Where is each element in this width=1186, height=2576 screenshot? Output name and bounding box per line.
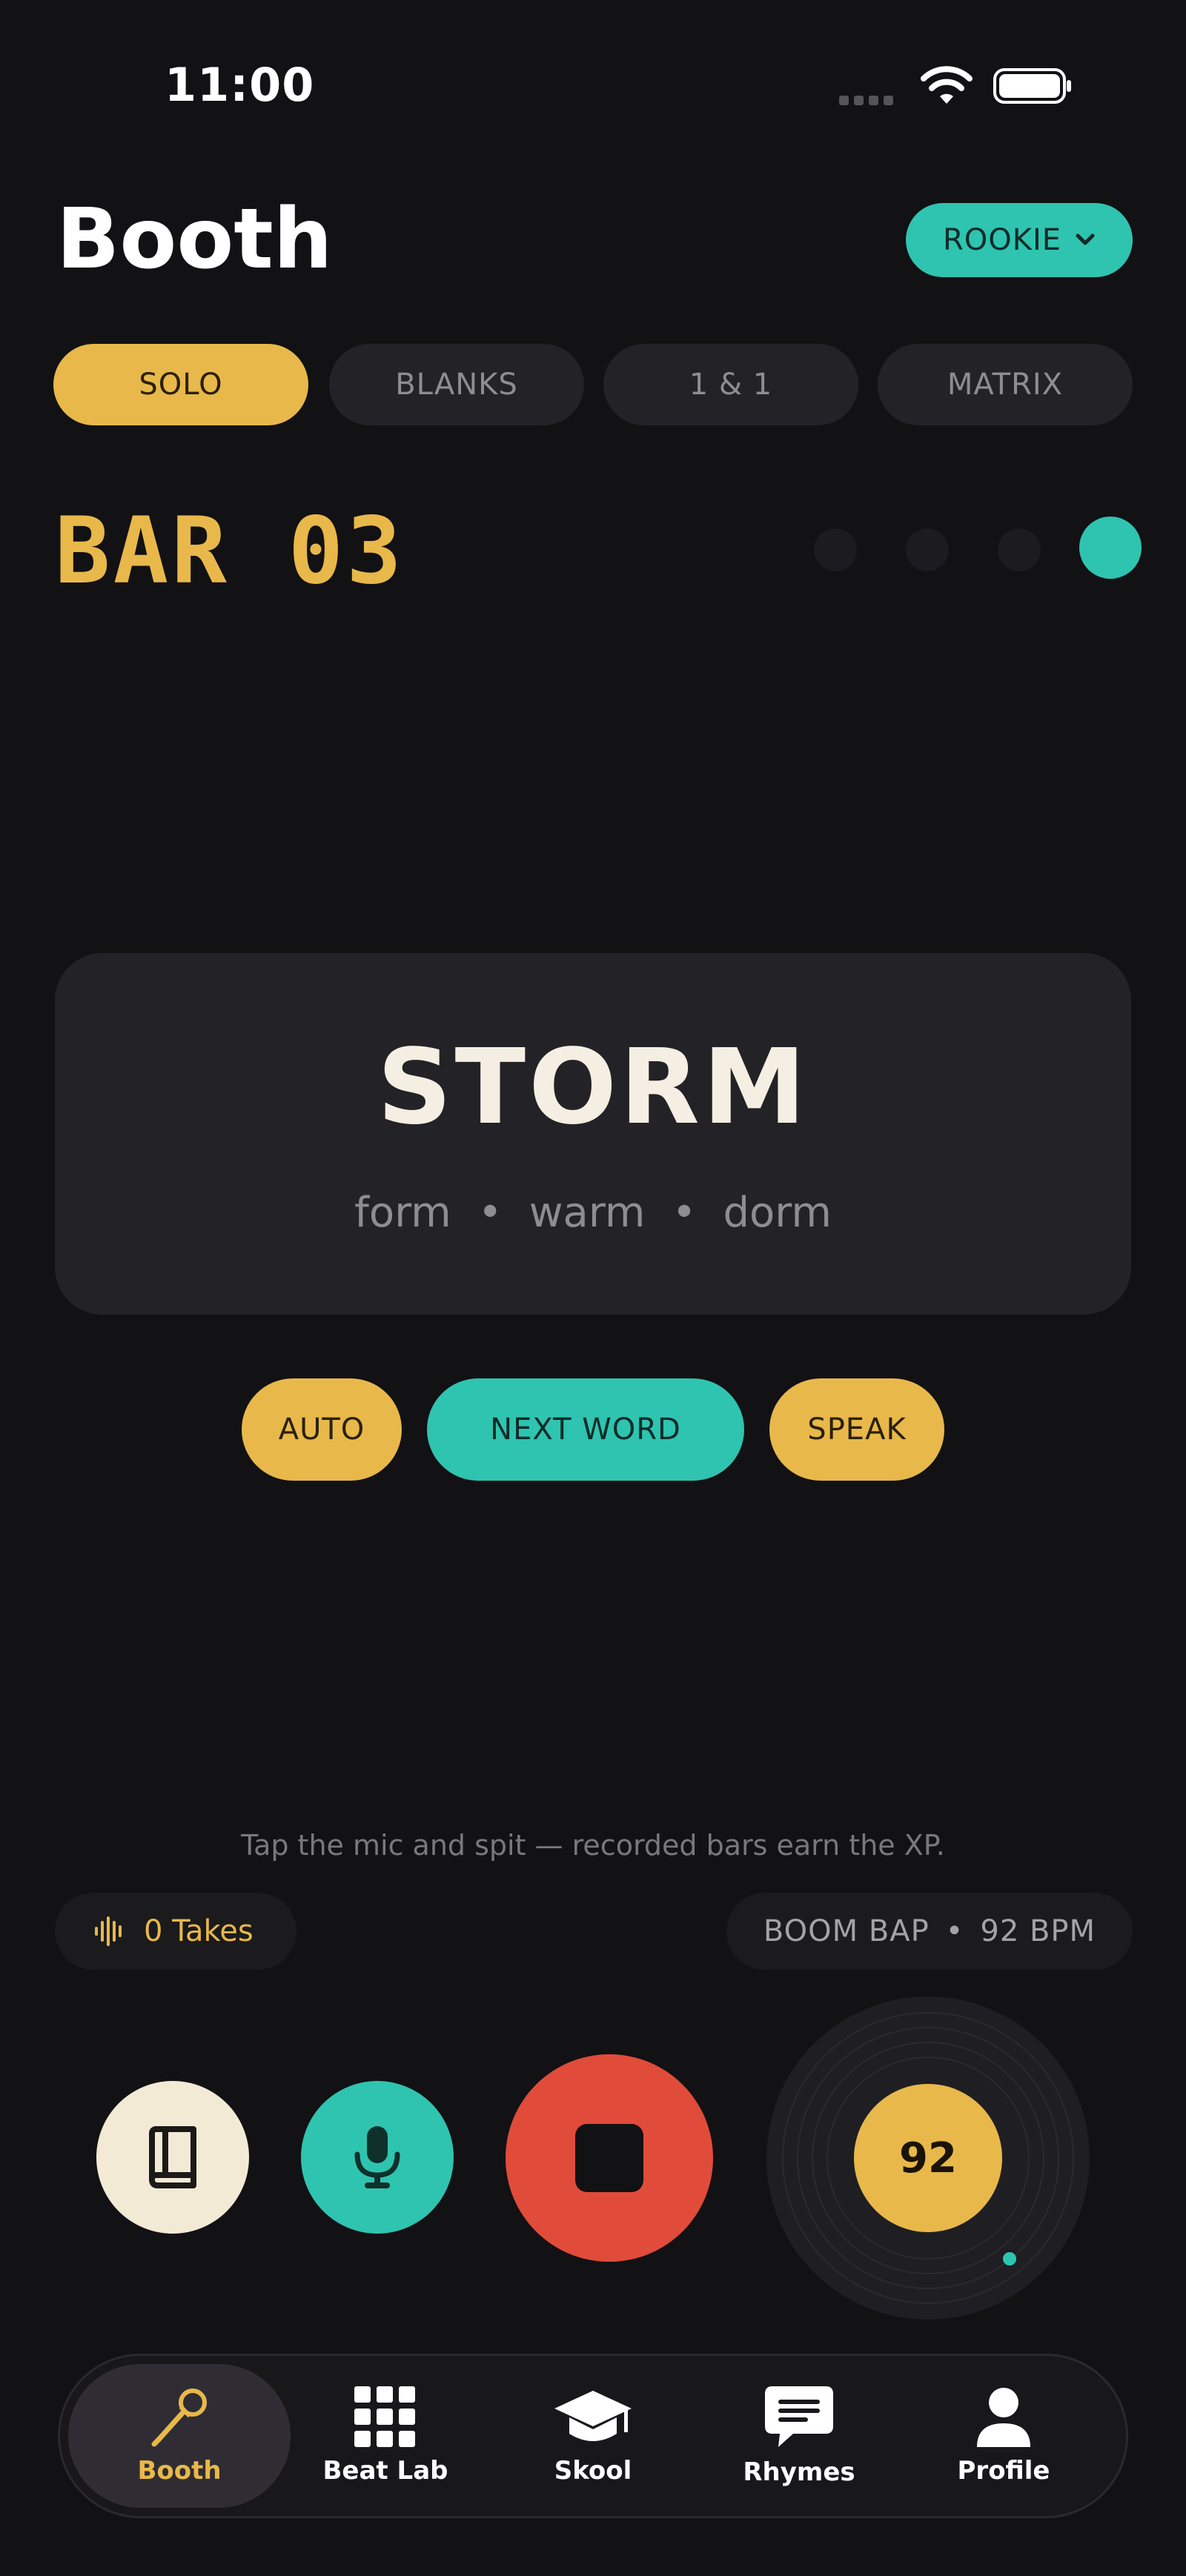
stop-icon <box>575 2124 643 2192</box>
bpm-vinyl-dial[interactable]: 92 <box>766 1996 1090 2320</box>
next-word-button[interactable]: NEXT WORD <box>427 1378 744 1481</box>
book-button[interactable] <box>96 2081 249 2234</box>
nav-label: Rhymes <box>743 2457 855 2487</box>
chat-bubble-icon <box>765 2386 833 2447</box>
takes-badge[interactable]: 0 Takes <box>55 1893 296 1970</box>
grid-icon <box>354 2386 415 2447</box>
microphone-icon <box>151 2389 207 2447</box>
page-title: Booth <box>56 191 333 288</box>
graduation-cap-icon <box>554 2391 632 2441</box>
record-stop-button[interactable] <box>506 2054 713 2262</box>
rhyme-word: warm <box>529 1189 646 1237</box>
separator-dot: • <box>477 1189 503 1237</box>
tab-blanks[interactable]: BLANKS <box>329 344 584 425</box>
rhyme-word: dorm <box>723 1189 832 1237</box>
nav-booth[interactable]: Booth <box>68 2364 291 2508</box>
nav-label: Skool <box>554 2456 632 2486</box>
battery-icon <box>993 68 1071 104</box>
hint-text: Tap the mic and spit — recorded bars ear… <box>241 1829 945 1862</box>
nav-label: Booth <box>137 2456 222 2486</box>
microphone-icon <box>354 2126 400 2188</box>
tab-1-and-1[interactable]: 1 & 1 <box>603 344 858 425</box>
progress-dot <box>906 528 949 571</box>
chevron-down-icon <box>1076 233 1095 245</box>
nav-profile[interactable]: Profile <box>892 2364 1115 2508</box>
status-time: 11:00 <box>165 58 315 112</box>
rhyme-list: form • warm • dorm <box>55 1189 1131 1237</box>
progress-dot <box>998 528 1041 571</box>
nav-label: Beat Lab <box>322 2456 448 2486</box>
mic-button[interactable] <box>301 2081 454 2234</box>
target-word: STORM <box>377 1027 809 1148</box>
level-dropdown[interactable]: ROOKIE <box>906 203 1133 277</box>
book-icon <box>149 2126 196 2188</box>
speak-button[interactable]: SPEAK <box>769 1378 944 1481</box>
signal-icon <box>839 94 898 108</box>
rhyme-word: form <box>354 1189 451 1237</box>
beat-bpm: 92 BPM <box>980 1914 1096 1948</box>
progress-dot-active <box>1079 517 1142 579</box>
bar-counter: BAR 03 <box>55 498 405 605</box>
separator-dot: • <box>672 1189 697 1237</box>
beat-style: BOOM BAP <box>763 1914 930 1948</box>
wifi-icon <box>921 66 973 104</box>
person-icon <box>977 2388 1030 2447</box>
takes-count: 0 Takes <box>144 1914 254 1948</box>
auto-button[interactable]: AUTO <box>242 1378 402 1481</box>
nav-beat-lab[interactable]: Beat Lab <box>274 2364 497 2508</box>
bpm-value: 92 <box>854 2084 1002 2232</box>
beat-info[interactable]: BOOM BAP • 92 BPM <box>726 1893 1133 1970</box>
nav-label: Profile <box>957 2456 1050 2486</box>
level-label: ROOKIE <box>942 223 1062 257</box>
separator-dot: • <box>945 1914 964 1948</box>
nav-skool[interactable]: Skool <box>482 2364 704 2508</box>
tab-matrix[interactable]: MATRIX <box>878 344 1133 425</box>
waveform-icon <box>95 1916 122 1946</box>
tab-solo[interactable]: SOLO <box>53 344 308 425</box>
nav-rhymes[interactable]: Rhymes <box>688 2364 910 2508</box>
progress-dot <box>814 528 857 571</box>
